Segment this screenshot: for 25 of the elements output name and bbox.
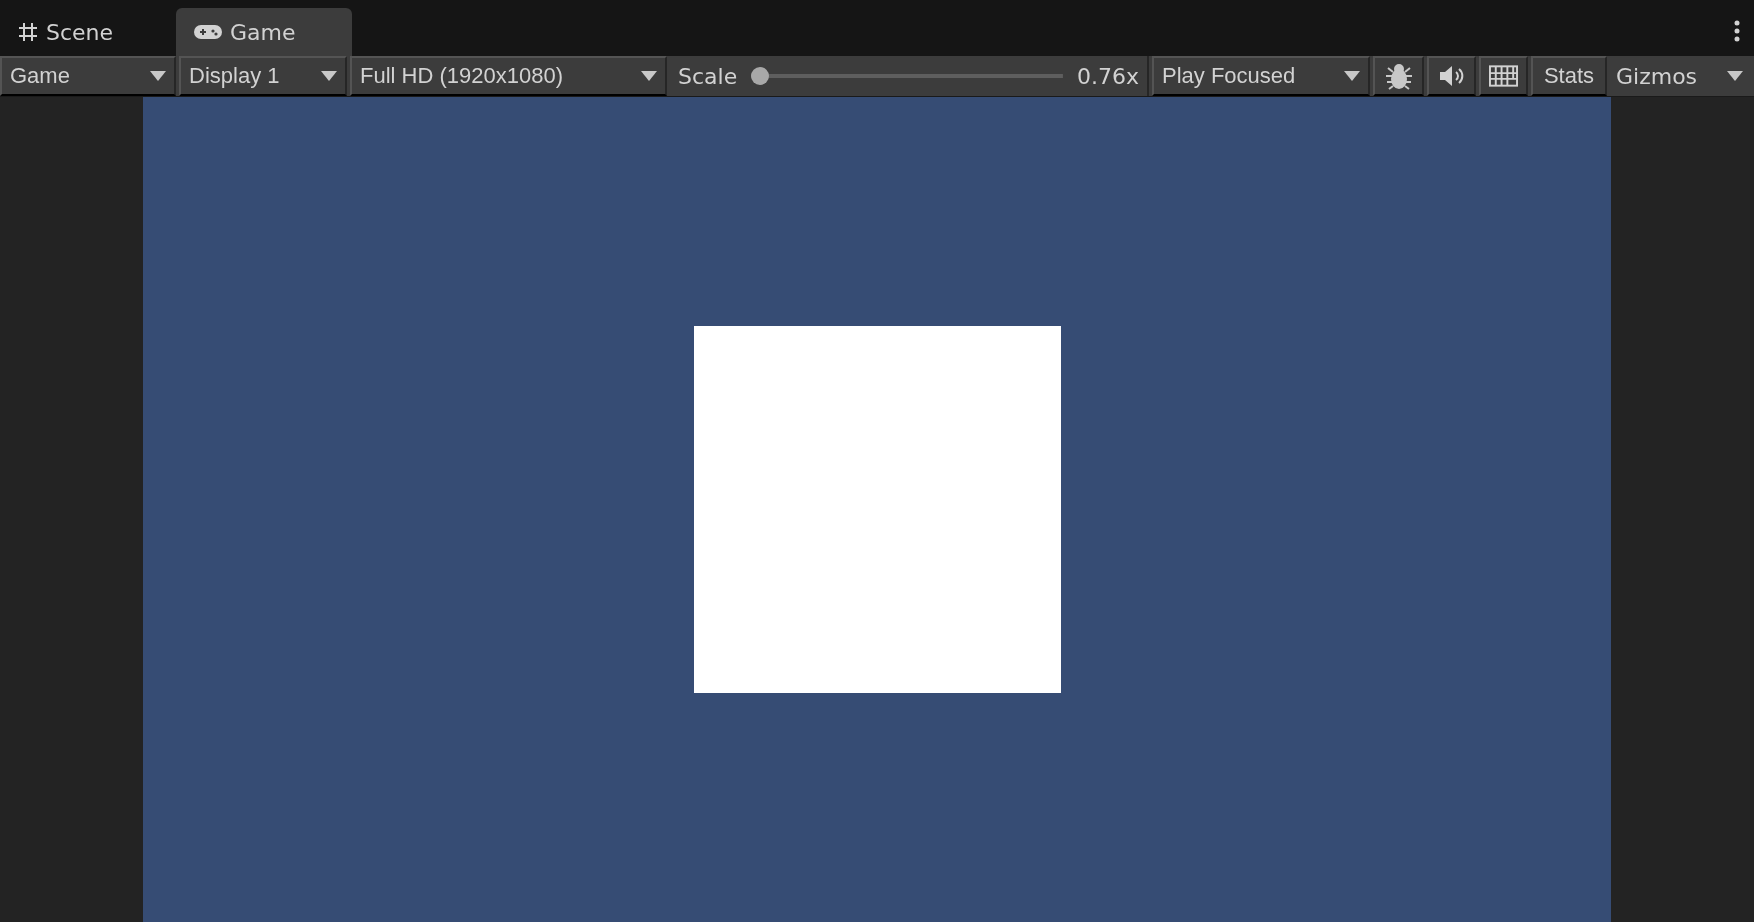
grid-icon [18, 22, 38, 42]
dropdown[interactable]: Full HD (1920x1080) [350, 56, 667, 96]
stats-button[interactable]: Stats [1531, 56, 1607, 96]
bug-button[interactable] [1373, 56, 1424, 96]
scale-reading: 0.76x [1077, 63, 1139, 89]
gamepad-icon [194, 23, 222, 41]
caret-icon [1727, 71, 1743, 81]
caret-icon [150, 71, 166, 81]
menu-icon[interactable] [1734, 20, 1740, 42]
slider-thumb[interactable] [751, 67, 770, 85]
tab[interactable]: Scene [0, 8, 176, 56]
caret-icon [321, 71, 337, 81]
keyboard-icon [1489, 65, 1518, 87]
speaker-button[interactable] [1427, 56, 1476, 96]
dropdown[interactable]: Display 1 [179, 56, 347, 96]
tab[interactable]: Game [176, 8, 352, 56]
gizmos-toggle[interactable]: Gizmos [1616, 63, 1698, 89]
bug-icon [1384, 62, 1413, 90]
caret-icon [641, 71, 657, 81]
dropdown[interactable]: Play Focused [1152, 56, 1370, 96]
caret-icon [1344, 71, 1360, 81]
keyboard-button[interactable] [1479, 56, 1528, 96]
slider-label: Scale [678, 63, 738, 89]
dropdown[interactable]: Game [0, 56, 176, 96]
speaker-icon [1438, 65, 1465, 87]
